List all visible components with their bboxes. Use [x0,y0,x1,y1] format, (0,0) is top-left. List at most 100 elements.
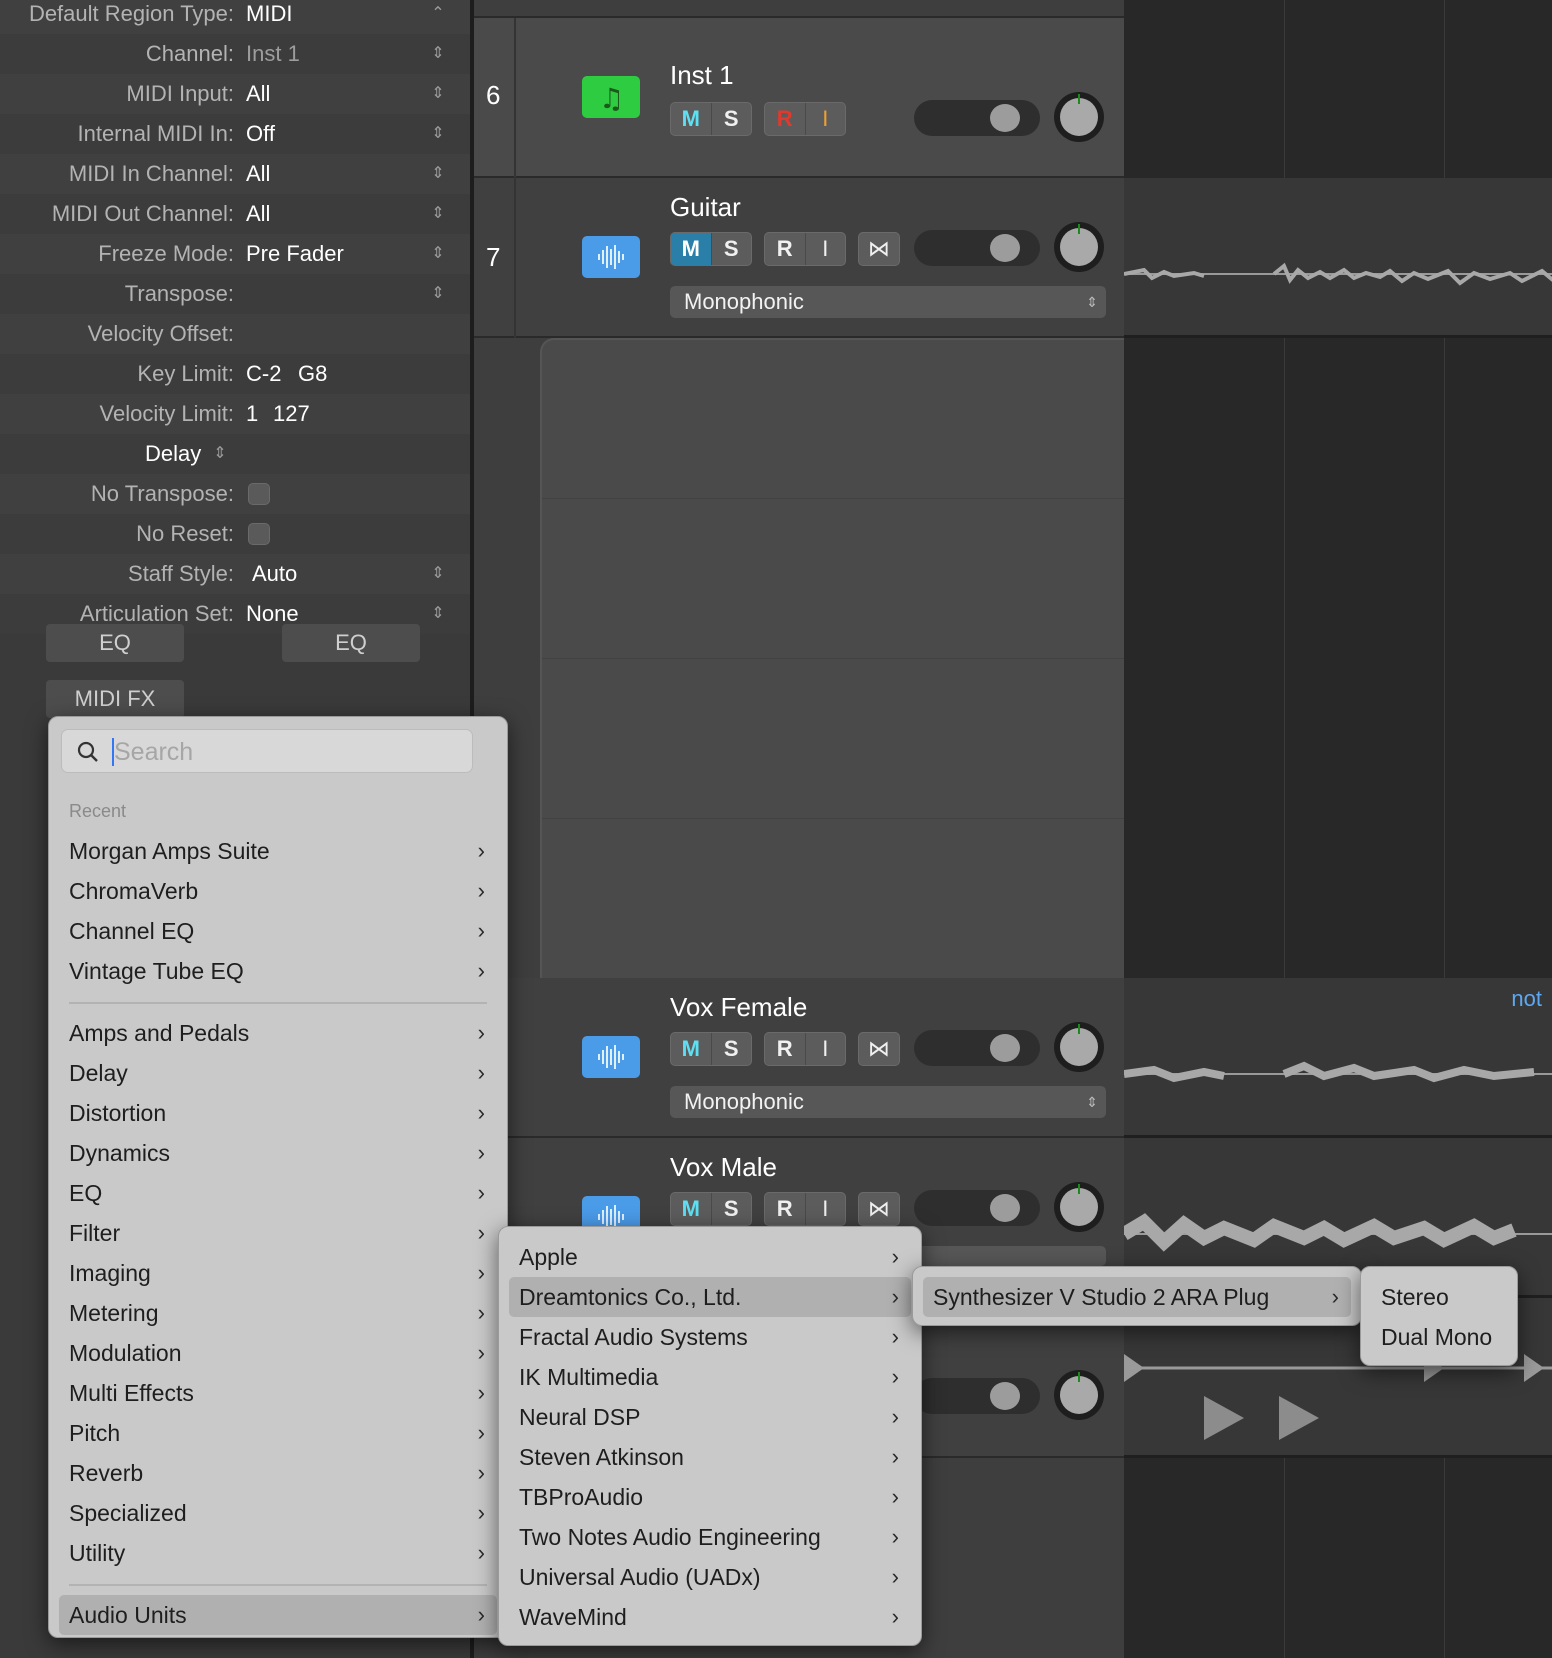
stepper-icon[interactable]: ⇕ [428,194,448,234]
menu-item-category[interactable]: Distortion › [59,1093,497,1133]
menu-item-category[interactable]: Modulation › [59,1333,497,1373]
inspector-row-key-limit[interactable]: Key Limit: C-2 G8 [0,354,470,394]
flex-mode-dropdown[interactable]: Monophonic ⇕ [670,1086,1106,1118]
stepper-icon[interactable]: ⇕ [210,434,230,474]
track-header-vox-female[interactable]: Vox Female M S R I ⋈ Monophonic ⇕ [474,978,1124,1138]
menu-item-vendor[interactable]: Neural DSP › [509,1397,911,1437]
menu-item-category[interactable]: Metering › [59,1293,497,1333]
flex-button[interactable]: ⋈ [858,232,900,266]
stepper-icon[interactable]: ⇕ [428,554,448,594]
inspector-row-midi-out-channel[interactable]: MIDI Out Channel: All ⇕ [0,194,470,234]
volume-fader[interactable] [914,230,1040,266]
stepper-icon[interactable]: ⇕ [428,234,448,274]
menu-item-recent[interactable]: ChromaVerb › [59,871,497,911]
inspector-row-velocity-limit[interactable]: Velocity Limit: 1 127 [0,394,470,434]
fader-handle[interactable] [990,1034,1020,1062]
no-transpose-checkbox[interactable] [248,483,270,505]
inspector-row-default-region-type[interactable]: Default Region Type: MIDI ⌃ [0,0,470,34]
record-enable-button[interactable]: R [765,1033,806,1065]
record-enable-button[interactable]: R [765,103,806,135]
stepper-icon[interactable]: ⇕ [428,74,448,114]
mute-button[interactable]: M [671,233,712,265]
vox-female-region[interactable]: not [1123,978,1552,1138]
menu-item-category[interactable]: Filter › [59,1213,497,1253]
volume-fader-next[interactable] [914,1378,1040,1414]
menu-item-vendor-dreamtonics[interactable]: Dreamtonics Co., Ltd. › [509,1277,911,1317]
input-monitor-button[interactable]: I [806,233,846,265]
stepper-icon[interactable]: ⇕ [428,34,448,74]
pan-knob[interactable] [1054,1022,1104,1072]
guitar-region[interactable] [1123,178,1552,338]
menu-item-vendor[interactable]: Fractal Audio Systems › [509,1317,911,1357]
fader-handle[interactable] [990,1194,1020,1222]
menu-item-vendor[interactable]: Apple › [509,1237,911,1277]
stepper-icon[interactable]: ⇕ [428,114,448,154]
mute-button[interactable]: M [671,1193,712,1225]
audio-waveform-icon[interactable] [582,236,640,278]
search-input[interactable] [112,734,456,770]
inspector-row-midi-in-channel[interactable]: MIDI In Channel: All ⇕ [0,154,470,194]
menu-item-category[interactable]: EQ › [59,1173,497,1213]
inspector-row-midi-input[interactable]: MIDI Input: All ⇕ [0,74,470,114]
menu-item-vendor[interactable]: IK Multimedia › [509,1357,911,1397]
menu-item-category[interactable]: Specialized › [59,1493,497,1533]
arrange-area[interactable]: not [1120,0,1552,1658]
pan-knob-next[interactable] [1054,1370,1104,1420]
solo-button[interactable]: S [712,103,752,135]
fader-handle[interactable] [990,1382,1020,1410]
solo-button[interactable]: S [712,233,752,265]
stepper-icon[interactable]: ⇕ [428,274,448,314]
record-enable-button[interactable]: R [765,233,806,265]
mute-button[interactable]: M [671,103,712,135]
menu-item-category[interactable]: Reverb › [59,1453,497,1493]
fader-handle[interactable] [990,234,1020,262]
menu-item-recent[interactable]: Channel EQ › [59,911,497,951]
stepper-icon[interactable]: ⌃ [428,0,448,34]
track-header-guitar[interactable]: 7 Guitar M S R I ⋈ Monophonic ⇕ [474,178,1124,338]
menu-item-vendor[interactable]: TBProAudio › [509,1477,911,1517]
menu-item-vendor[interactable]: Universal Audio (UADx) › [509,1557,911,1597]
flex-button[interactable]: ⋈ [858,1032,900,1066]
no-reset-checkbox[interactable] [248,523,270,545]
inspector-row-no-reset[interactable]: No Reset: [0,514,470,554]
stepper-icon[interactable]: ⇕ [428,594,448,634]
inspector-row-delay[interactable]: Delay ⇕ [0,434,470,474]
pan-knob[interactable] [1054,92,1104,142]
inspector-row-no-transpose[interactable]: No Transpose: [0,474,470,514]
software-instrument-icon[interactable]: ♫ [582,76,640,118]
pan-knob[interactable] [1054,1182,1104,1232]
search-field[interactable] [61,729,473,773]
flex-button[interactable]: ⋈ [858,1192,900,1226]
inspector-row-freeze-mode[interactable]: Freeze Mode: Pre Fader ⇕ [0,234,470,274]
inspector-row-channel[interactable]: Channel: Inst 1 ⇕ [0,34,470,74]
mute-button[interactable]: M [671,1033,712,1065]
pan-knob[interactable] [1054,222,1104,272]
inspector-row-transpose[interactable]: Transpose: ⇕ [0,274,470,314]
track-name[interactable]: Inst 1 [670,60,734,91]
flex-mode-dropdown[interactable]: Monophonic ⇕ [670,286,1106,318]
menu-item-category[interactable]: Imaging › [59,1253,497,1293]
menu-item-synthesizer-v[interactable]: Synthesizer V Studio 2 ARA Plug › [923,1277,1351,1317]
menu-item-audio-units[interactable]: Audio Units › [59,1595,497,1635]
menu-item-recent[interactable]: Morgan Amps Suite › [59,831,497,871]
menu-item-category[interactable]: Amps and Pedals › [59,1013,497,1053]
menu-item-vendor[interactable]: Two Notes Audio Engineering › [509,1517,911,1557]
menu-item-category[interactable]: Pitch › [59,1413,497,1453]
stepper-icon[interactable]: ⇕ [428,154,448,194]
record-enable-button[interactable]: R [765,1193,806,1225]
menu-item-dual-mono[interactable]: Dual Mono [1371,1317,1507,1357]
menu-item-recent[interactable]: Vintage Tube EQ › [59,951,497,991]
input-monitor-button[interactable]: I [806,1033,846,1065]
menu-item-stereo[interactable]: Stereo [1371,1277,1507,1317]
menu-item-category[interactable]: Multi Effects › [59,1373,497,1413]
input-monitor-button[interactable]: I [806,1193,846,1225]
inspector-row-internal-midi-in[interactable]: Internal MIDI In: Off ⇕ [0,114,470,154]
eq-button-right[interactable]: EQ [282,624,420,662]
menu-item-vendor[interactable]: WaveMind › [509,1597,911,1637]
track-name[interactable]: Guitar [670,192,741,223]
volume-fader[interactable] [914,1190,1040,1226]
track-name[interactable]: Vox Male [670,1152,777,1183]
menu-item-vendor[interactable]: Steven Atkinson › [509,1437,911,1477]
menu-item-category[interactable]: Dynamics › [59,1133,497,1173]
inspector-row-velocity-offset[interactable]: Velocity Offset: [0,314,470,354]
